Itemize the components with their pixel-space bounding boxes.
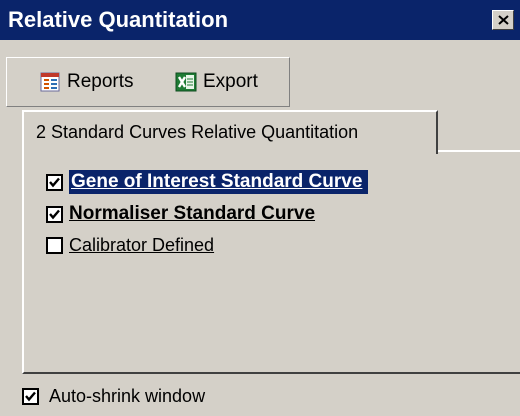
auto-shrink-option[interactable]: Auto-shrink window: [22, 384, 205, 408]
tab-standard-curves[interactable]: 2 Standard Curves Relative Quantitation: [22, 110, 438, 154]
relative-quantitation-window: Relative Quantitation Reports Export 2 S…: [0, 0, 520, 416]
curve-item-calibrator[interactable]: Calibrator Defined: [46, 233, 214, 257]
checkbox[interactable]: [46, 236, 63, 254]
auto-shrink-checkbox[interactable]: [22, 387, 39, 405]
title-bar[interactable]: Relative Quantitation: [0, 0, 520, 40]
window-title: Relative Quantitation: [8, 7, 229, 32]
toolbar: Reports Export: [6, 57, 290, 107]
export-label: Export: [203, 71, 258, 92]
close-button[interactable]: [492, 10, 514, 30]
tab-label: 2 Standard Curves Relative Quantitation: [36, 122, 359, 142]
export-button[interactable]: Export: [175, 68, 258, 96]
reports-button[interactable]: Reports: [39, 68, 134, 96]
close-icon: [498, 15, 509, 25]
curve-link[interactable]: Normaliser Standard Curve: [69, 203, 315, 225]
check-icon: [49, 177, 60, 187]
excel-export-icon: [175, 71, 197, 93]
check-icon: [25, 391, 36, 401]
checkbox[interactable]: [46, 173, 63, 191]
check-icon: [49, 209, 60, 219]
checkbox[interactable]: [46, 205, 63, 223]
curve-item-normaliser[interactable]: Normaliser Standard Curve: [46, 202, 315, 226]
auto-shrink-label: Auto-shrink window: [49, 385, 206, 406]
curve-link[interactable]: Calibrator Defined: [69, 235, 214, 256]
report-icon: [39, 71, 61, 93]
curve-item-gene-of-interest[interactable]: Gene of Interest Standard Curve: [46, 170, 369, 194]
reports-label: Reports: [67, 71, 134, 92]
curve-link[interactable]: Gene of Interest Standard Curve: [69, 170, 369, 194]
